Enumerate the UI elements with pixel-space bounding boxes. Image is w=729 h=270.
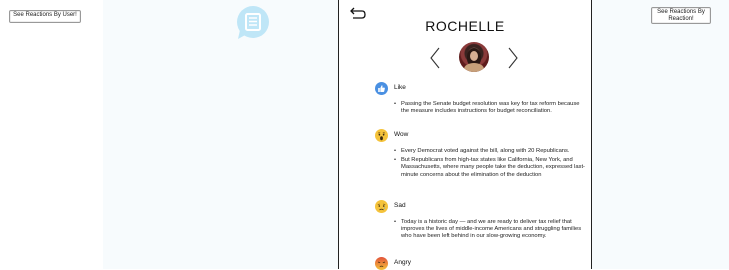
user-navigator	[429, 42, 519, 74]
reaction-section-wow: Wow Every Democrat voted against the bil…	[375, 129, 585, 181]
thumbs-up-icon	[375, 82, 388, 95]
background-band-right	[590, 0, 729, 269]
reaction-label: Sad	[394, 202, 406, 209]
background-band-left	[103, 0, 338, 269]
comment-item: But Republicans from high-tax states lik…	[394, 157, 585, 179]
see-reactions-by-reaction-button[interactable]: See Reactions By Reaction!	[651, 7, 711, 24]
reaction-label: Wow	[394, 131, 409, 138]
left-column	[0, 0, 103, 269]
comment-item: Today is a historic day — and we are rea…	[394, 219, 585, 241]
reaction-section-angry: Angry	[375, 257, 585, 270]
reaction-detail-panel: ROCHELLE Like Passing the Senate budget …	[338, 0, 592, 270]
comment-item: Every Democrat voted against the bill, a…	[394, 148, 585, 155]
reaction-section-sad: Sad Today is a historic day — and we are…	[375, 200, 585, 243]
see-reactions-by-user-button[interactable]: See Reactions By User!	[9, 10, 81, 23]
user-avatar	[459, 42, 489, 72]
comment-item: Passing the Senate budget resolution was…	[394, 101, 585, 115]
reaction-comment-list: Passing the Senate budget resolution was…	[375, 101, 585, 115]
sad-face-icon	[375, 200, 388, 213]
previous-user-chevron-icon[interactable]	[429, 46, 441, 70]
next-user-chevron-icon[interactable]	[507, 46, 519, 70]
reaction-comment-list: Every Democrat voted against the bill, a…	[375, 148, 585, 179]
reaction-comment-list: Today is a historic day — and we are rea…	[375, 219, 585, 241]
angry-face-icon	[375, 257, 388, 270]
reaction-label: Angry	[394, 259, 411, 266]
reaction-section-like: Like Passing the Senate budget resolutio…	[375, 82, 585, 117]
reaction-label: Like	[394, 84, 406, 91]
chat-bubble-icon[interactable]	[236, 6, 270, 40]
user-name-title: ROCHELLE	[425, 18, 505, 34]
wow-face-icon	[375, 129, 388, 142]
